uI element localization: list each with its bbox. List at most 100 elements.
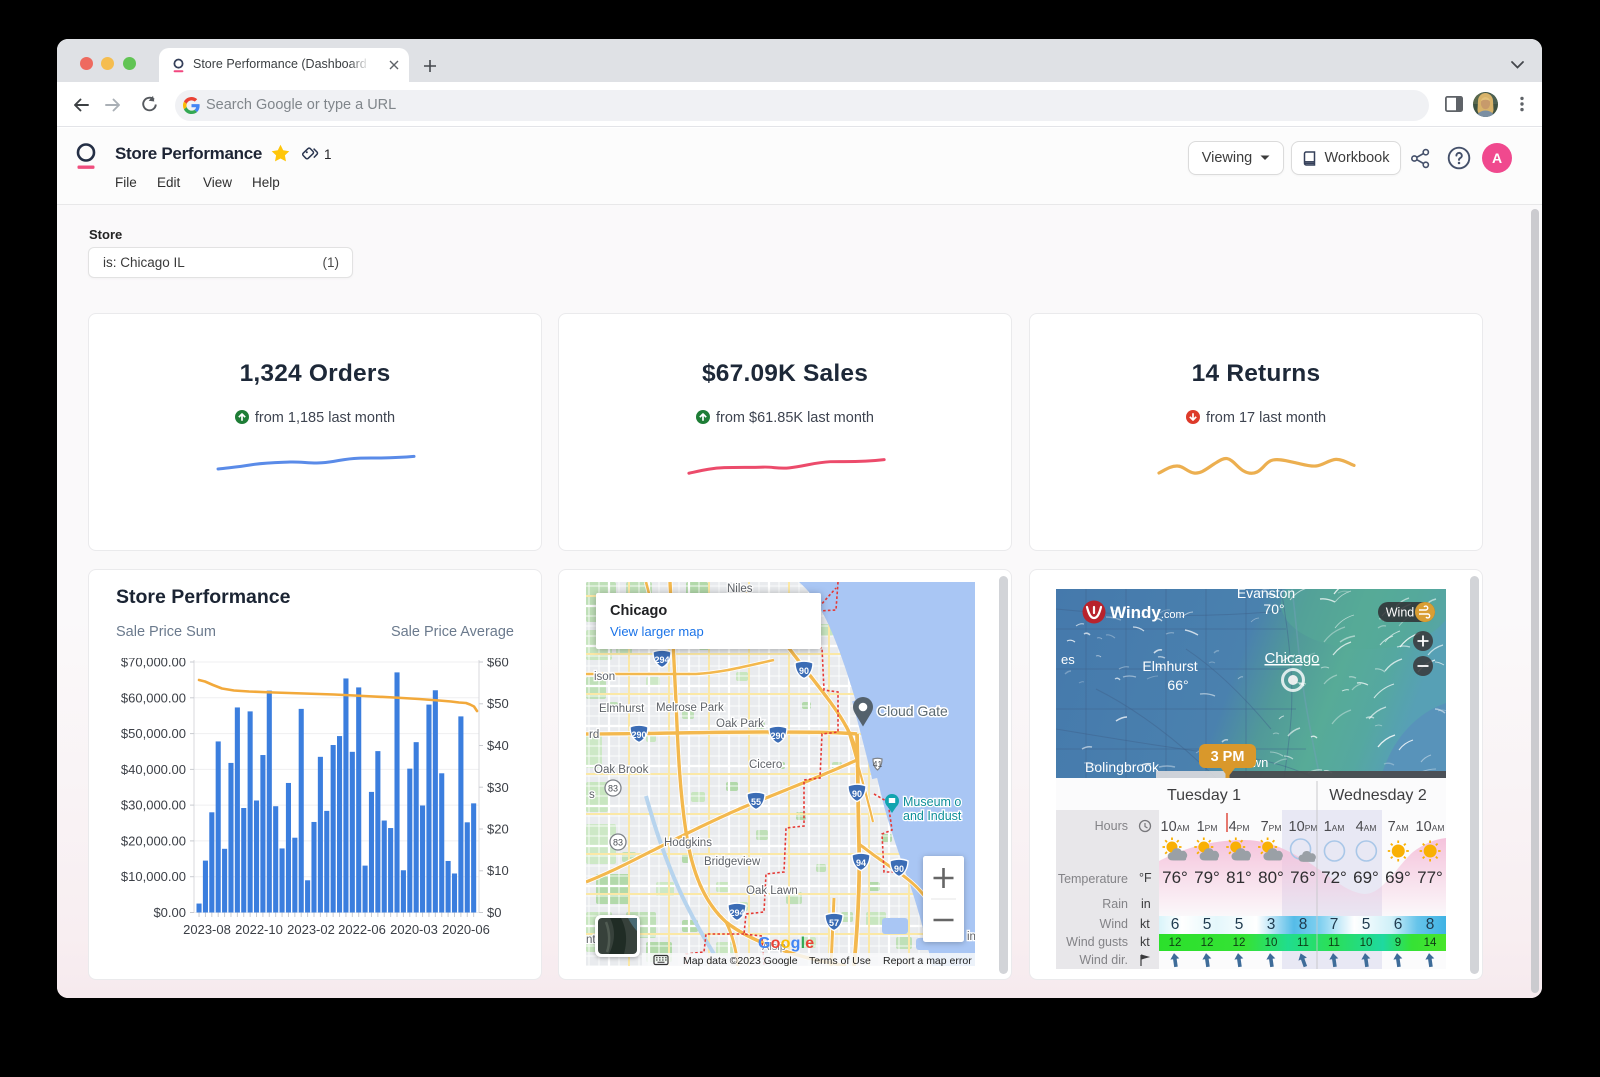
- svg-text:Chicago: Chicago: [1264, 650, 1319, 667]
- svg-text:6: 6: [1394, 916, 1403, 933]
- svg-text:5: 5: [1203, 916, 1212, 933]
- svg-text:80°: 80°: [1258, 868, 1284, 887]
- svg-text:Elmhurst: Elmhurst: [599, 703, 645, 715]
- svg-text:Oak Brook: Oak Brook: [594, 764, 649, 776]
- svg-text:kt: kt: [1140, 917, 1150, 931]
- svg-text:83: 83: [613, 838, 623, 848]
- svg-text:5: 5: [1362, 916, 1371, 933]
- svg-text:Wind dir.: Wind dir.: [1079, 953, 1128, 967]
- svg-text:Rain: Rain: [1102, 897, 1128, 911]
- svg-text:76°: 76°: [1290, 868, 1316, 887]
- svg-text:Google: Google: [758, 935, 814, 952]
- svg-text:Temperature: Temperature: [1058, 872, 1128, 886]
- svg-text:Museum o: Museum o: [903, 795, 961, 809]
- svg-text:Wind: Wind: [1386, 606, 1415, 620]
- svg-text:Wind: Wind: [1100, 917, 1129, 931]
- svg-text:View larger map: View larger map: [610, 624, 704, 639]
- svg-text:8: 8: [1299, 916, 1308, 933]
- svg-text:11: 11: [1297, 937, 1309, 949]
- svg-text:rd: rd: [589, 729, 599, 741]
- svg-text:$20: $20: [487, 822, 509, 837]
- svg-text:83: 83: [608, 784, 618, 794]
- svg-text:$10,000.00: $10,000.00: [121, 869, 186, 884]
- svg-text:$30: $30: [487, 780, 509, 795]
- svg-text:Oak Lawn: Oak Lawn: [746, 885, 798, 897]
- svg-text:Hodgkins: Hodgkins: [664, 837, 712, 849]
- svg-text:76°: 76°: [1162, 868, 1188, 887]
- svg-text:12: 12: [1201, 937, 1214, 949]
- svg-text:Report a map error: Report a map error: [883, 955, 972, 966]
- svg-text:79°: 79°: [1194, 868, 1220, 887]
- svg-text:Evanston: Evanston: [1237, 589, 1295, 601]
- svg-text:$60: $60: [487, 658, 509, 670]
- svg-text:90: 90: [852, 789, 862, 799]
- svg-text:90: 90: [894, 864, 904, 874]
- svg-text:and Indust: and Indust: [903, 809, 962, 823]
- svg-text:12: 12: [1169, 937, 1182, 949]
- svg-text:77°: 77°: [1417, 868, 1443, 887]
- svg-text:5: 5: [1235, 916, 1244, 933]
- svg-text:55: 55: [751, 797, 761, 807]
- svg-text:70°: 70°: [1263, 601, 1284, 617]
- svg-text:10: 10: [1360, 937, 1373, 949]
- svg-text:kt: kt: [1140, 935, 1150, 949]
- svg-text:7: 7: [1330, 916, 1339, 933]
- svg-text:°F: °F: [1139, 871, 1152, 885]
- svg-text:$20,000.00: $20,000.00: [121, 833, 186, 848]
- svg-text:2022-06: 2022-06: [338, 922, 386, 937]
- svg-text:Wind gusts: Wind gusts: [1066, 935, 1128, 949]
- svg-text:57: 57: [829, 918, 839, 928]
- svg-text:2020-06: 2020-06: [442, 922, 490, 937]
- svg-text:90: 90: [799, 666, 809, 676]
- svg-text:290: 290: [631, 730, 646, 740]
- svg-text:$70,000.00: $70,000.00: [121, 658, 186, 670]
- svg-text:in: in: [1141, 897, 1151, 911]
- svg-text:in: in: [967, 931, 975, 943]
- svg-text:6: 6: [1171, 916, 1180, 933]
- svg-text:8: 8: [1426, 916, 1435, 933]
- svg-text:$50: $50: [487, 696, 509, 711]
- svg-text:290: 290: [770, 731, 785, 741]
- svg-text:Cicero: Cicero: [749, 759, 782, 771]
- svg-text:69°: 69°: [1353, 868, 1379, 887]
- svg-text:94: 94: [856, 858, 866, 868]
- svg-text:Bolingbrook: Bolingbrook: [1085, 759, 1160, 775]
- svg-text:12: 12: [1233, 937, 1246, 949]
- svg-text:2023-08: 2023-08: [183, 922, 231, 937]
- svg-text:Tuesday 1: Tuesday 1: [1167, 787, 1241, 804]
- svg-text:Melrose Park: Melrose Park: [656, 702, 724, 714]
- svg-text:$60,000.00: $60,000.00: [121, 690, 186, 705]
- svg-text:2022-10: 2022-10: [235, 922, 283, 937]
- svg-text:nt: nt: [586, 934, 596, 946]
- svg-text:Bridgeview: Bridgeview: [704, 856, 761, 868]
- svg-text:$10: $10: [487, 863, 509, 878]
- svg-text:Wednesday 2: Wednesday 2: [1329, 787, 1427, 804]
- svg-text:Terms of Use: Terms of Use: [809, 955, 871, 966]
- svg-text:Cloud Gate: Cloud Gate: [877, 703, 948, 719]
- svg-text:41: 41: [873, 759, 883, 769]
- svg-text:2023-02: 2023-02: [287, 922, 335, 937]
- svg-text:66°: 66°: [1167, 677, 1188, 693]
- svg-text:$40,000.00: $40,000.00: [121, 762, 186, 777]
- svg-text:es: es: [1061, 652, 1075, 667]
- svg-text:Chicago: Chicago: [610, 603, 667, 619]
- svg-text:$0.00: $0.00: [153, 905, 186, 920]
- svg-text:14: 14: [1424, 937, 1437, 949]
- svg-text:Hours: Hours: [1095, 819, 1128, 833]
- svg-text:11: 11: [1328, 937, 1340, 949]
- svg-text:72°: 72°: [1321, 868, 1347, 887]
- svg-text:294: 294: [729, 908, 744, 918]
- svg-text:9: 9: [1395, 937, 1401, 949]
- svg-text:294: 294: [654, 655, 669, 665]
- svg-text:Oak Park: Oak Park: [716, 718, 764, 730]
- svg-text:$0: $0: [487, 905, 501, 920]
- svg-text:10: 10: [1265, 937, 1278, 949]
- svg-text:$40: $40: [487, 738, 509, 753]
- svg-text:$30,000.00: $30,000.00: [121, 798, 186, 813]
- svg-text:81°: 81°: [1226, 868, 1252, 887]
- svg-text:s: s: [589, 789, 595, 801]
- svg-text:$50,000.00: $50,000.00: [121, 726, 186, 741]
- svg-text:2020-03: 2020-03: [390, 922, 438, 937]
- svg-text:Map data ©2023 Google: Map data ©2023 Google: [683, 955, 798, 966]
- svg-text:3: 3: [1267, 916, 1276, 933]
